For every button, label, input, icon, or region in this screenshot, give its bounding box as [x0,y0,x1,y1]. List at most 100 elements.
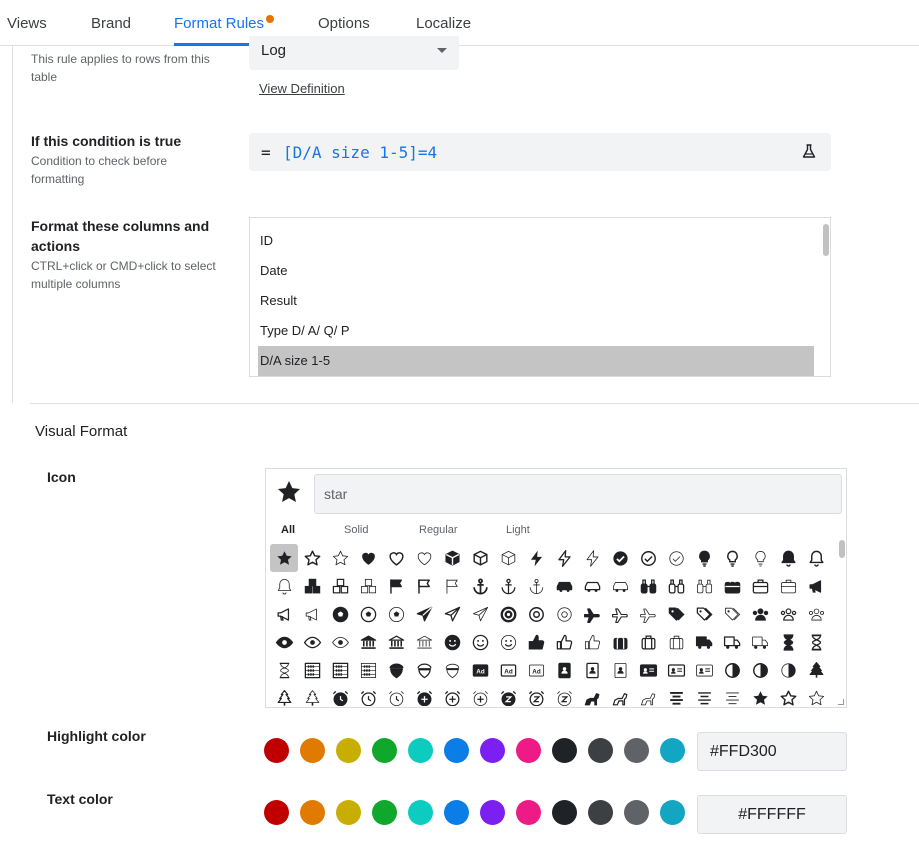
color-swatch-cyan[interactable] [660,738,685,763]
tab-options[interactable]: Options [318,15,370,32]
airplane-regular-icon[interactable] [606,600,634,628]
color-swatch-red[interactable] [264,738,289,763]
addrCard-regular-icon[interactable] [662,656,690,684]
color-swatch-cyan[interactable] [660,800,685,825]
addrBook-solid-icon[interactable] [550,656,578,684]
flask-icon[interactable] [801,143,817,164]
cubes-solid-icon[interactable] [298,572,326,600]
highlight-color-input[interactable] [697,732,847,771]
plane-solid-icon[interactable] [410,600,438,628]
alarm-regular-icon[interactable] [354,684,382,706]
bank-light-icon[interactable] [410,628,438,656]
alarm-solid-icon[interactable] [326,684,354,706]
color-swatch-orange[interactable] [300,800,325,825]
tree-solid-icon[interactable] [802,656,830,684]
color-swatch-red[interactable] [264,800,289,825]
ball-light-icon[interactable] [382,600,410,628]
cubes-regular-icon[interactable] [326,572,354,600]
color-swatch-green[interactable] [372,738,397,763]
smile-light-icon[interactable] [494,628,522,656]
bulb-light-icon[interactable] [746,544,774,572]
check-light-icon[interactable] [662,544,690,572]
table-select[interactable]: Log [249,36,459,70]
column-option-id[interactable]: ID [258,226,814,256]
tags-regular-icon[interactable] [690,600,718,628]
briefcase-light-icon[interactable] [774,572,802,600]
heart-light-icon[interactable] [410,544,438,572]
tree-light-icon[interactable] [298,684,326,706]
icon-grid-scrollbar[interactable] [839,540,845,558]
car-light-icon[interactable] [606,572,634,600]
align-solid-icon[interactable] [662,684,690,706]
car-solid-icon[interactable] [550,572,578,600]
adjust-regular-icon[interactable] [746,656,774,684]
star-solid-icon[interactable] [746,684,774,706]
icon-tab-light[interactable]: Light [506,524,530,536]
bulb-regular-icon[interactable] [718,544,746,572]
acorn-solid-icon[interactable] [382,656,410,684]
check-regular-icon[interactable] [634,544,662,572]
eye-regular-icon[interactable] [298,628,326,656]
column-option-da-size[interactable]: D/A size 1-5 [258,346,814,376]
color-swatch-blue[interactable] [444,800,469,825]
bolt-solid-icon[interactable] [522,544,550,572]
smile-regular-icon[interactable] [466,628,494,656]
addrBook-regular-icon[interactable] [578,656,606,684]
heart-regular-icon[interactable] [382,544,410,572]
alarmZ-regular-icon[interactable] [522,684,550,706]
cubes-light-icon[interactable] [354,572,382,600]
plane-light-icon[interactable] [466,600,494,628]
bullhorn-regular-icon[interactable] [270,600,298,628]
eye-light-icon[interactable] [326,628,354,656]
thumb-regular-icon[interactable] [550,628,578,656]
ring-light-icon[interactable] [550,600,578,628]
binoc-regular-icon[interactable] [662,572,690,600]
color-swatch-purple[interactable] [480,800,505,825]
color-swatch-gray[interactable] [624,800,649,825]
text-color-input[interactable] [697,795,847,834]
ring-solid-icon[interactable] [494,600,522,628]
adjust-light-icon[interactable] [774,656,802,684]
color-swatch-gray[interactable] [624,738,649,763]
briefcase-regular-icon[interactable] [746,572,774,600]
color-swatch-black[interactable] [552,738,577,763]
flag-solid-icon[interactable] [382,572,410,600]
star-light-icon[interactable] [326,544,354,572]
acorn-light-icon[interactable] [438,656,466,684]
cube-regular-icon[interactable] [466,544,494,572]
tree-regular-icon[interactable] [270,684,298,706]
check-solid-icon[interactable] [606,544,634,572]
acorn-regular-icon[interactable] [410,656,438,684]
suitcase-light-icon[interactable] [662,628,690,656]
tab-views[interactable]: Views [7,15,47,32]
color-swatch-dark-gray[interactable] [588,800,613,825]
tags-solid-icon[interactable] [662,600,690,628]
addrCard-light-icon[interactable] [690,656,718,684]
columns-multiselect[interactable]: ID Date Result Type D/ A/ Q/ P D/A size … [249,217,831,377]
columns-scrollbar[interactable] [823,224,829,256]
heart-solid-icon[interactable] [354,544,382,572]
star-light-icon[interactable] [802,684,830,706]
icon-tab-all[interactable]: All [281,524,295,536]
resize-handle[interactable] [838,699,844,705]
color-swatch-orange[interactable] [300,738,325,763]
plane-regular-icon[interactable] [438,600,466,628]
color-swatch-olive[interactable] [336,800,361,825]
condition-expression-field[interactable]: = [D/A size 1-5]=4 [249,133,831,171]
star-solid-icon[interactable] [270,544,298,572]
cube-light-icon[interactable] [494,544,522,572]
tab-localize[interactable]: Localize [416,15,471,32]
hourglass-solid-icon[interactable] [774,628,802,656]
bullhorn-light-icon[interactable] [298,600,326,628]
ad-solid-icon[interactable]: Ad [466,656,494,684]
car-regular-icon[interactable] [578,572,606,600]
flag-regular-icon[interactable] [410,572,438,600]
truck-light-icon[interactable] [746,628,774,656]
alarmPlus-regular-icon[interactable] [438,684,466,706]
alarmZ-light-icon[interactable] [550,684,578,706]
color-swatch-teal[interactable] [408,738,433,763]
alarmPlus-solid-icon[interactable] [410,684,438,706]
users-solid-icon[interactable] [746,600,774,628]
adjust-solid-icon[interactable] [718,656,746,684]
star-regular-icon[interactable] [774,684,802,706]
